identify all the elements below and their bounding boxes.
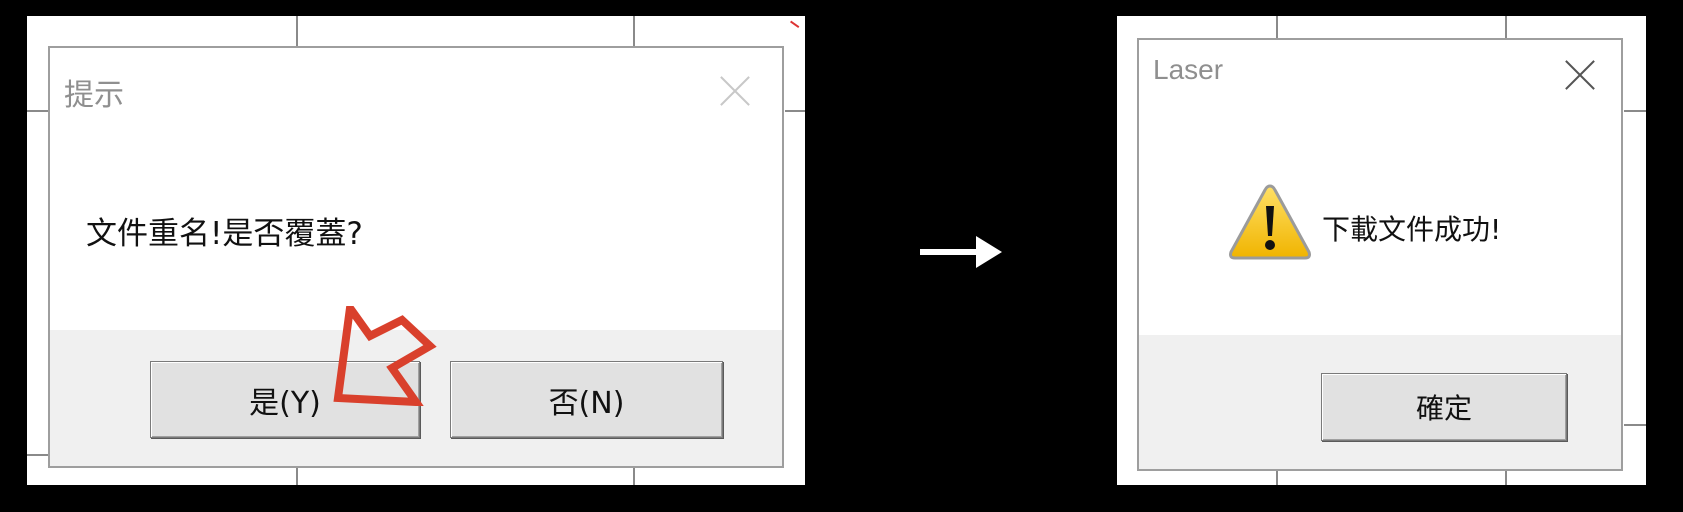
right-arrow-icon [920,236,1002,268]
laser-dialog: Laser 下載文件成功! 確定 [1137,38,1623,471]
dialog-title: Laser [1153,54,1224,85]
dialog-title: 提示 [64,78,124,113]
no-button[interactable]: 否(N) [450,361,723,438]
dialog-message: 文件重名!是否覆蓋? [86,216,363,252]
close-icon[interactable] [1563,58,1597,92]
dialog-message: 下載文件成功! [1322,213,1502,246]
pointer-arrow-icon [333,306,437,406]
close-icon[interactable] [718,74,752,108]
warning-icon [1229,184,1311,260]
ok-button[interactable]: 確定 [1321,373,1567,441]
